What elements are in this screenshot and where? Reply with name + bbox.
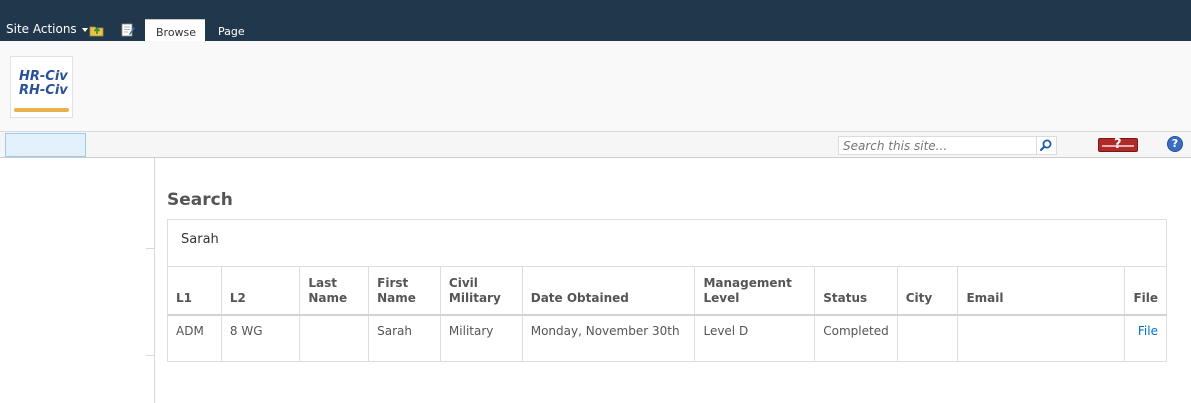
help-glyph: ? xyxy=(1171,137,1179,150)
tab-browse-label: Browse xyxy=(156,26,197,39)
column-header-city[interactable]: City xyxy=(896,266,959,316)
column-header-date-obtained[interactable]: Date Obtained xyxy=(521,266,696,316)
cell-l1: ADM xyxy=(167,314,222,362)
table-header-row: L1 L2 Last Name First Name Civil Militar… xyxy=(167,266,1168,316)
search-button[interactable] xyxy=(1037,136,1057,155)
column-header-status[interactable]: Status xyxy=(814,266,898,316)
table-row: ADM 8 WG Sarah Military Monday, November… xyxy=(167,314,1168,362)
cell-first-name: Sarah xyxy=(368,314,441,362)
site-actions-menu[interactable]: Site Actions xyxy=(6,22,88,36)
cell-email xyxy=(957,314,1125,362)
cell-file: File xyxy=(1123,314,1168,362)
alert-question-glyph: ? xyxy=(1114,137,1122,152)
column-header-l2[interactable]: L2 xyxy=(220,266,301,316)
site-actions-label: Site Actions xyxy=(6,22,77,36)
search-query-value: Sarah xyxy=(181,232,219,247)
file-link[interactable]: File xyxy=(1138,324,1158,338)
left-nav-divider xyxy=(146,355,154,356)
title-area: HR-Civ RH-Civ xyxy=(0,41,1191,131)
tab-page[interactable]: Page xyxy=(207,19,256,41)
cell-l2: 8 WG xyxy=(220,314,301,362)
cell-last-name xyxy=(299,314,370,362)
search-icon xyxy=(1039,139,1052,152)
edit-page-icon[interactable] xyxy=(120,22,136,38)
logo-text: HR-Civ RH-Civ xyxy=(19,70,68,98)
site-logo[interactable]: HR-Civ RH-Civ xyxy=(10,56,73,118)
column-header-file[interactable]: File xyxy=(1123,266,1168,316)
alert-icon[interactable]: ? xyxy=(1098,137,1138,152)
chevron-down-icon xyxy=(81,27,88,32)
search-panel: Sarah xyxy=(167,219,1167,267)
column-header-email[interactable]: Email xyxy=(957,266,1125,316)
left-nav-divider xyxy=(146,248,154,249)
cell-date-obtained: Monday, November 30th xyxy=(521,314,696,362)
page-title: Search xyxy=(167,190,233,210)
column-header-last-name[interactable]: Last Name xyxy=(299,266,370,316)
column-header-civil-military[interactable]: Civil Military xyxy=(439,266,523,316)
column-header-management-level[interactable]: Management Level xyxy=(694,266,816,316)
column-header-first-name[interactable]: First Name xyxy=(368,266,441,316)
help-icon[interactable]: ? xyxy=(1167,136,1183,152)
column-header-l1[interactable]: L1 xyxy=(167,266,222,316)
cell-city xyxy=(896,314,959,362)
navigate-up-icon[interactable] xyxy=(89,22,105,38)
top-nav-selected-item[interactable] xyxy=(5,133,86,157)
left-nav xyxy=(0,158,155,403)
tab-page-label: Page xyxy=(218,25,245,38)
cell-management-level: Level D xyxy=(694,314,816,362)
top-nav-bar: ? ? xyxy=(0,131,1191,158)
logo-line-1: HR-Civ xyxy=(19,69,68,84)
logo-line-2: RH-Civ xyxy=(19,83,68,98)
ribbon: Site Actions Browse Page xyxy=(0,0,1191,41)
cell-civil-military: Military xyxy=(439,314,523,362)
logo-swoosh xyxy=(14,108,69,112)
main-content: Search Sarah L1 L2 Last Name First Name … xyxy=(155,158,1191,403)
results-table: L1 L2 Last Name First Name Civil Militar… xyxy=(167,266,1168,362)
search-input[interactable] xyxy=(838,136,1037,155)
cell-status: Completed xyxy=(814,314,898,362)
tab-browse[interactable]: Browse xyxy=(145,19,205,41)
